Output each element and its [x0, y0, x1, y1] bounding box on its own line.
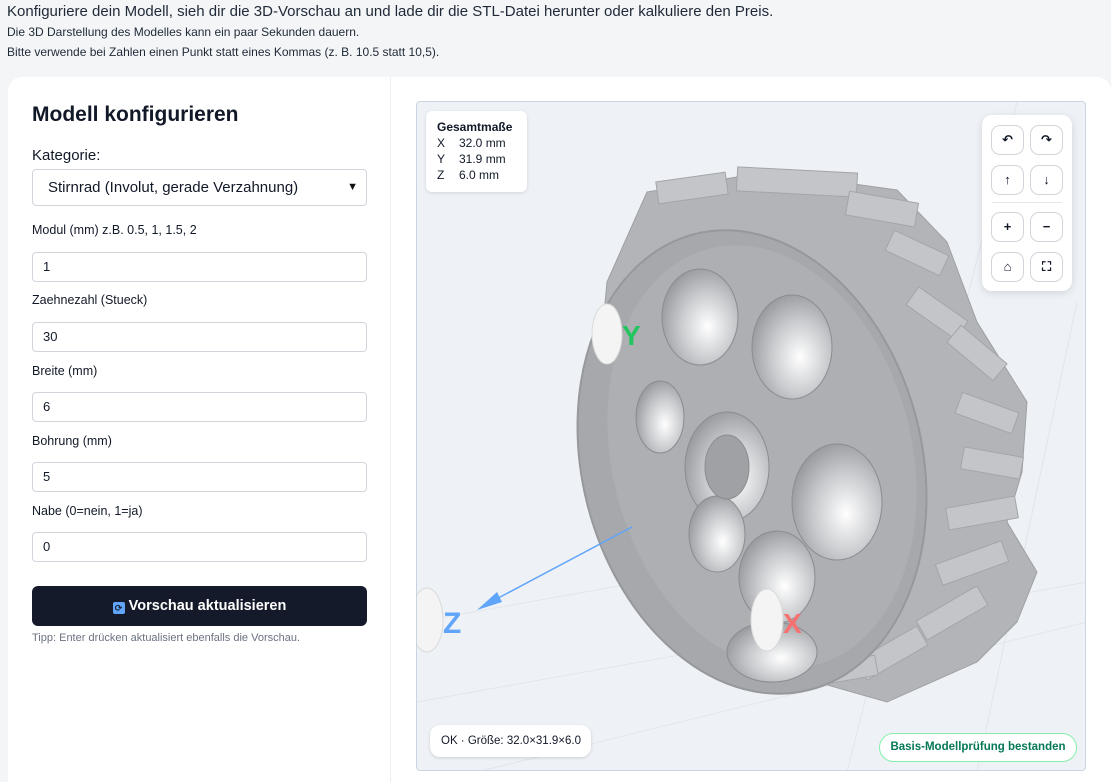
rotate-left-button[interactable]: ↶ [991, 125, 1024, 155]
fullscreen-icon: ⛶ [1041, 259, 1052, 274]
intro-line-decimal-hint: Bitte verwende bei Zahlen einen Punkt st… [7, 45, 440, 59]
nabe-label: Nabe (0=nein, 1=ja) [32, 504, 143, 518]
modul-label: Modul (mm) z.B. 0.5, 1, 1.5, 2 [32, 223, 197, 237]
status-pill: OK · Größe: 32.0×31.9×6.0 [430, 725, 591, 757]
gear-bore [704, 434, 750, 500]
y-axis-label: Y [622, 320, 641, 351]
zoom-out-button[interactable]: − [1030, 212, 1063, 242]
controls-divider [992, 202, 1062, 203]
intro-text: Konfiguriere dein Modell, sieh dir die 3… [7, 2, 773, 62]
enter-tip: Tipp: Enter drücken aktualisiert ebenfal… [32, 632, 301, 644]
zoom-in-button[interactable]: + [991, 212, 1024, 242]
dimensions-title: Gesamtmaße [437, 120, 513, 134]
update-preview-button[interactable]: ⟳ Vorschau aktualisieren [32, 586, 367, 626]
arrow-down-icon: ↓ [1043, 172, 1050, 187]
nabe-input[interactable]: 0 [32, 532, 367, 562]
modul-input[interactable]: 1 [32, 252, 367, 282]
configurator-card: Modell konfigurieren Kategorie: Stirnrad… [8, 77, 1111, 782]
category-select-value: Stirnrad (Involut, gerade Verzahnung) [48, 179, 299, 196]
breite-input[interactable]: 6 [32, 392, 367, 422]
category-select[interactable]: Stirnrad (Involut, gerade Verzahnung) ▼ [32, 169, 367, 206]
view-controls: ↶ ↷ ↑ ↓ + − ⌂ ⛶ [982, 115, 1072, 291]
tilt-up-button[interactable]: ↑ [991, 165, 1024, 195]
bohrung-input[interactable]: 5 [32, 462, 367, 492]
rotate-right-icon: ↷ [1041, 132, 1052, 147]
config-panel: Modell konfigurieren Kategorie: Stirnrad… [8, 77, 391, 782]
home-icon: ⌂ [1003, 259, 1012, 274]
fullscreen-button[interactable]: ⛶ [1030, 252, 1063, 282]
minus-icon: − [1042, 219, 1051, 234]
refresh-icon: ⟳ [112, 602, 125, 614]
rotate-right-button[interactable]: ↷ [1030, 125, 1063, 155]
update-preview-label: Vorschau aktualisieren [128, 598, 287, 614]
zaehnezahl-label: Zaehnezahl (Stueck) [32, 293, 148, 307]
model-check-badge: Basis-Modellprüfung bestanden [879, 733, 1077, 762]
arrow-up-icon: ↑ [1004, 172, 1011, 187]
chevron-down-icon: ▼ [347, 181, 358, 193]
category-label: Kategorie: [32, 147, 101, 164]
dim-z-value: 6.0 mm [459, 168, 500, 182]
z-axis-marker: Z [417, 587, 461, 653]
rotate-left-icon: ↶ [1002, 132, 1013, 147]
config-title: Modell konfigurieren [32, 103, 239, 126]
zaehnezahl-input[interactable]: 30 [32, 322, 367, 352]
3d-preview-viewport[interactable]: Y X Z Gesamtmaße X 32.0 mm Y 31.9 mm Z 6.0 … [416, 101, 1086, 771]
x-axis-label: X [783, 608, 802, 639]
dim-x-value: 32.0 mm [459, 136, 506, 150]
bohrung-label: Bohrung (mm) [32, 434, 112, 448]
tilt-down-button[interactable]: ↓ [1030, 165, 1063, 195]
intro-line-render-time: Die 3D Darstellung des Modelles kann ein… [7, 25, 360, 39]
plus-icon: + [1003, 219, 1012, 234]
dimensions-panel: Gesamtmaße X 32.0 mm Y 31.9 mm Z 6.0 mm [426, 111, 527, 192]
z-axis-label: Z [443, 607, 461, 640]
breite-label: Breite (mm) [32, 364, 98, 378]
reset-view-button[interactable]: ⌂ [991, 252, 1024, 282]
intro-headline: Konfiguriere dein Modell, sieh dir die 3… [7, 3, 774, 20]
dim-y-value: 31.9 mm [459, 152, 506, 166]
